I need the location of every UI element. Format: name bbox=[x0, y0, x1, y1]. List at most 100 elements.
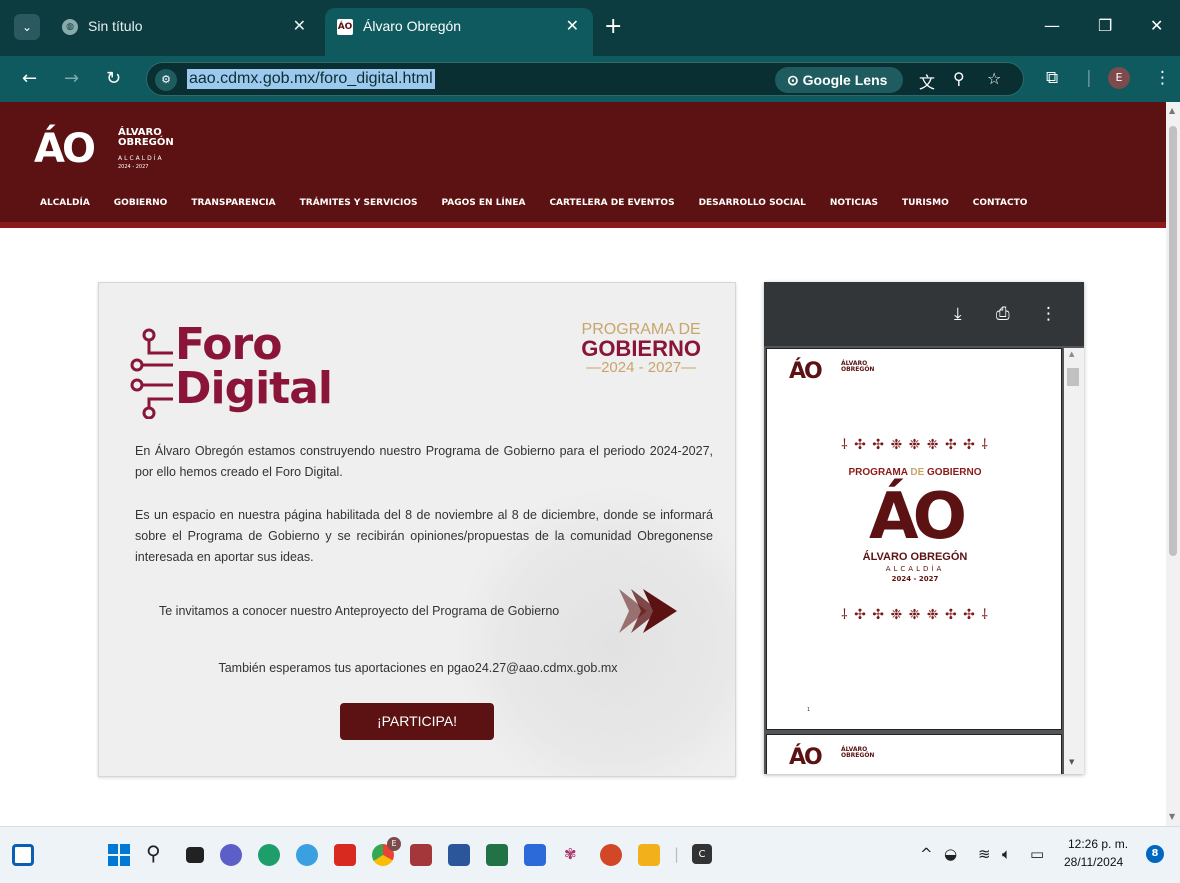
minimize-icon[interactable]: — bbox=[1044, 16, 1060, 35]
nav-item-pagos[interactable]: PAGOS EN LÍNEA bbox=[442, 198, 526, 208]
nav-item-contacto[interactable]: CONTACTO bbox=[973, 198, 1028, 208]
restore-icon[interactable]: ❐ bbox=[1098, 16, 1112, 35]
store-icon[interactable] bbox=[524, 844, 546, 866]
pdf-logo-text: ÁLVARO OBREGÓN bbox=[841, 747, 874, 759]
ornament-top: ⸸ ✣ ✣ ❉ ❉ ❉ ✣ ✣ ⸸ bbox=[841, 437, 989, 453]
site-logo-mark[interactable]: ÁO bbox=[34, 126, 96, 172]
nav-item-alcaldia[interactable]: ALCALDÍA bbox=[40, 198, 90, 208]
pdf-alcaldia: ALCALDÍA bbox=[885, 565, 945, 573]
print-icon[interactable]: ⎙ bbox=[996, 304, 1010, 324]
participa-button[interactable]: ¡PARTICIPA! bbox=[340, 703, 494, 740]
pdf-scrollbar[interactable]: ▲ ▼ bbox=[1064, 348, 1084, 774]
download-icon[interactable]: ⤓ bbox=[954, 304, 962, 324]
paint-icon[interactable] bbox=[296, 844, 318, 866]
pdf-scroll-thumb[interactable] bbox=[1067, 368, 1079, 386]
menu-kebab-icon[interactable]: ⋮ bbox=[1154, 68, 1171, 88]
logo-years: 2024 - 2027 bbox=[118, 164, 149, 170]
pdf-logo-line-2: OBREGÓN bbox=[841, 366, 875, 373]
edge-icon[interactable] bbox=[258, 844, 280, 866]
close-window-icon[interactable]: ✕ bbox=[1150, 16, 1163, 35]
arrow-right-icon[interactable] bbox=[619, 589, 679, 633]
reload-icon[interactable]: ↻ bbox=[106, 68, 121, 89]
scroll-up-icon[interactable]: ▲ bbox=[1069, 350, 1074, 358]
chevron-up-icon[interactable]: ^ bbox=[920, 845, 933, 863]
profile-avatar[interactable]: E bbox=[1108, 67, 1130, 89]
windows-start-icon[interactable] bbox=[108, 844, 130, 866]
pdf-page-1: ÁO ÁLVARO OBREGÓN ⸸ ✣ ✣ ❉ ❉ ❉ ✣ ✣ ⸸ PROG… bbox=[766, 348, 1062, 730]
word-icon[interactable] bbox=[448, 844, 470, 866]
pdf-logo-mark: ÁO bbox=[789, 745, 823, 770]
nav-item-tramites[interactable]: TRÁMITES Y SERVICIOS bbox=[300, 198, 418, 208]
pdf-years: 2024 - 2027 bbox=[891, 575, 939, 583]
nav-item-noticias[interactable]: NOTICIAS bbox=[830, 198, 878, 208]
clock-date[interactable]: 28/11/2024 bbox=[1064, 855, 1123, 869]
circuit-icon bbox=[130, 328, 173, 419]
page-scroll-thumb[interactable] bbox=[1169, 126, 1177, 556]
app-c-icon[interactable]: C bbox=[692, 844, 712, 864]
foro-title-line-1: Foro bbox=[175, 319, 282, 370]
widgets-icon[interactable] bbox=[12, 844, 34, 866]
notification-badge[interactable]: 8 bbox=[1146, 845, 1164, 863]
address-bar[interactable]: ⚙ aao.cdmx.gob.mx/foro_digital.html ⊙ Go… bbox=[146, 62, 1024, 96]
logo-alcaldia: ALCALDÍA bbox=[118, 155, 164, 162]
logo-name-line-2: OBREGÓN bbox=[118, 137, 174, 148]
nav-item-turismo[interactable]: TURISMO bbox=[902, 198, 949, 208]
program-word-1: PROGRAMA bbox=[848, 467, 908, 478]
battery-icon[interactable]: ▭ bbox=[1030, 845, 1044, 863]
google-lens-button[interactable]: ⊙ Google Lens bbox=[775, 67, 903, 93]
invite-text: Te invitamos a conocer nuestro Anteproye… bbox=[159, 604, 560, 618]
email-line: También esperamos tus aportaciones en pg… bbox=[218, 661, 618, 675]
powerpoint-icon[interactable] bbox=[600, 844, 622, 866]
tab-search-button[interactable]: ⌄ bbox=[14, 14, 40, 40]
url-text[interactable]: aao.cdmx.gob.mx/foro_digital.html bbox=[187, 69, 435, 89]
extensions-icon[interactable]: ⧉ bbox=[1046, 68, 1058, 88]
globe-icon: ◍ bbox=[62, 19, 78, 35]
programa-gobierno-logo: PROGRAMA DE GOBIERNO —2024 - 2027— bbox=[581, 321, 701, 376]
forward-icon[interactable]: → bbox=[64, 68, 79, 89]
task-view-icon[interactable] bbox=[186, 847, 204, 863]
pg-line-2: GOBIERNO bbox=[581, 336, 701, 361]
excel-icon[interactable] bbox=[486, 844, 508, 866]
foro-digital-card: Foro Digital PROGRAMA DE GOBIERNO —2024 … bbox=[98, 282, 736, 777]
file-explorer-icon[interactable] bbox=[638, 844, 660, 866]
chrome-profile-badge: E bbox=[387, 837, 401, 851]
bookmark-star-icon[interactable]: ☆ bbox=[987, 69, 1001, 88]
app-knot-icon[interactable]: ✾ bbox=[564, 845, 577, 863]
toolbar-divider: | bbox=[1086, 68, 1092, 88]
volume-icon[interactable]: 🔈︎ bbox=[1002, 845, 1011, 863]
scroll-down-icon[interactable]: ▼ bbox=[1169, 812, 1175, 821]
close-tab-icon[interactable]: ✕ bbox=[566, 16, 579, 35]
info-paragraph: Es un espacio en nuestra página habilita… bbox=[135, 508, 713, 564]
main-nav: ALCALDÍA GOBIERNO TRANSPARENCIA TRÁMITES… bbox=[40, 198, 1027, 208]
clock-time[interactable]: 12:26 p. m. bbox=[1068, 837, 1128, 851]
scroll-up-icon[interactable]: ▲ bbox=[1169, 106, 1175, 115]
nav-item-cartelera[interactable]: CARTELERA DE EVENTOS bbox=[549, 198, 674, 208]
tab-alvaro-obregon[interactable]: ÁO Álvaro Obregón ✕ bbox=[325, 8, 593, 56]
zoom-icon[interactable]: ⚲ bbox=[953, 69, 965, 88]
scroll-down-icon[interactable]: ▼ bbox=[1069, 758, 1074, 766]
page-scrollbar[interactable]: ▲ ▼ bbox=[1166, 102, 1180, 826]
nav-item-transparencia[interactable]: TRANSPARENCIA bbox=[191, 198, 275, 208]
teams-icon[interactable] bbox=[220, 844, 242, 866]
wifi-icon[interactable]: ≋ bbox=[978, 845, 991, 863]
pdf-logo-mark: ÁO bbox=[789, 359, 823, 384]
nav-item-desarrollo[interactable]: DESARROLLO SOCIAL bbox=[699, 198, 806, 208]
close-tab-icon[interactable]: ✕ bbox=[293, 16, 306, 35]
search-icon[interactable]: ⚲ bbox=[146, 841, 161, 865]
new-tab-button[interactable]: + bbox=[604, 14, 622, 40]
nav-item-gobierno[interactable]: GOBIERNO bbox=[114, 198, 168, 208]
back-icon[interactable]: ← bbox=[22, 68, 37, 89]
tab-sin-titulo[interactable]: ◍ Sin título ✕ bbox=[50, 8, 320, 48]
site-logo-name: ÁLVARO OBREGÓN bbox=[118, 128, 174, 148]
more-options-icon[interactable]: ⋮ bbox=[1040, 304, 1057, 324]
site-info-icon[interactable]: ⚙ bbox=[155, 69, 177, 91]
network-status-icon[interactable]: ◒ bbox=[944, 845, 957, 863]
taskbar-divider: | bbox=[674, 845, 680, 863]
acrobat-icon[interactable] bbox=[334, 844, 356, 866]
program-word-3: GOBIERNO bbox=[927, 467, 982, 478]
translate-icon[interactable]: 文 bbox=[919, 69, 935, 93]
ornament-bottom: ⸸ ✣ ✣ ❉ ❉ ❉ ✣ ✣ ⸸ bbox=[841, 607, 989, 623]
foro-title-line-2: Digital bbox=[175, 363, 333, 414]
pdf-name: ÁLVARO OBREGÓN bbox=[862, 551, 968, 563]
access-icon[interactable] bbox=[410, 844, 432, 866]
